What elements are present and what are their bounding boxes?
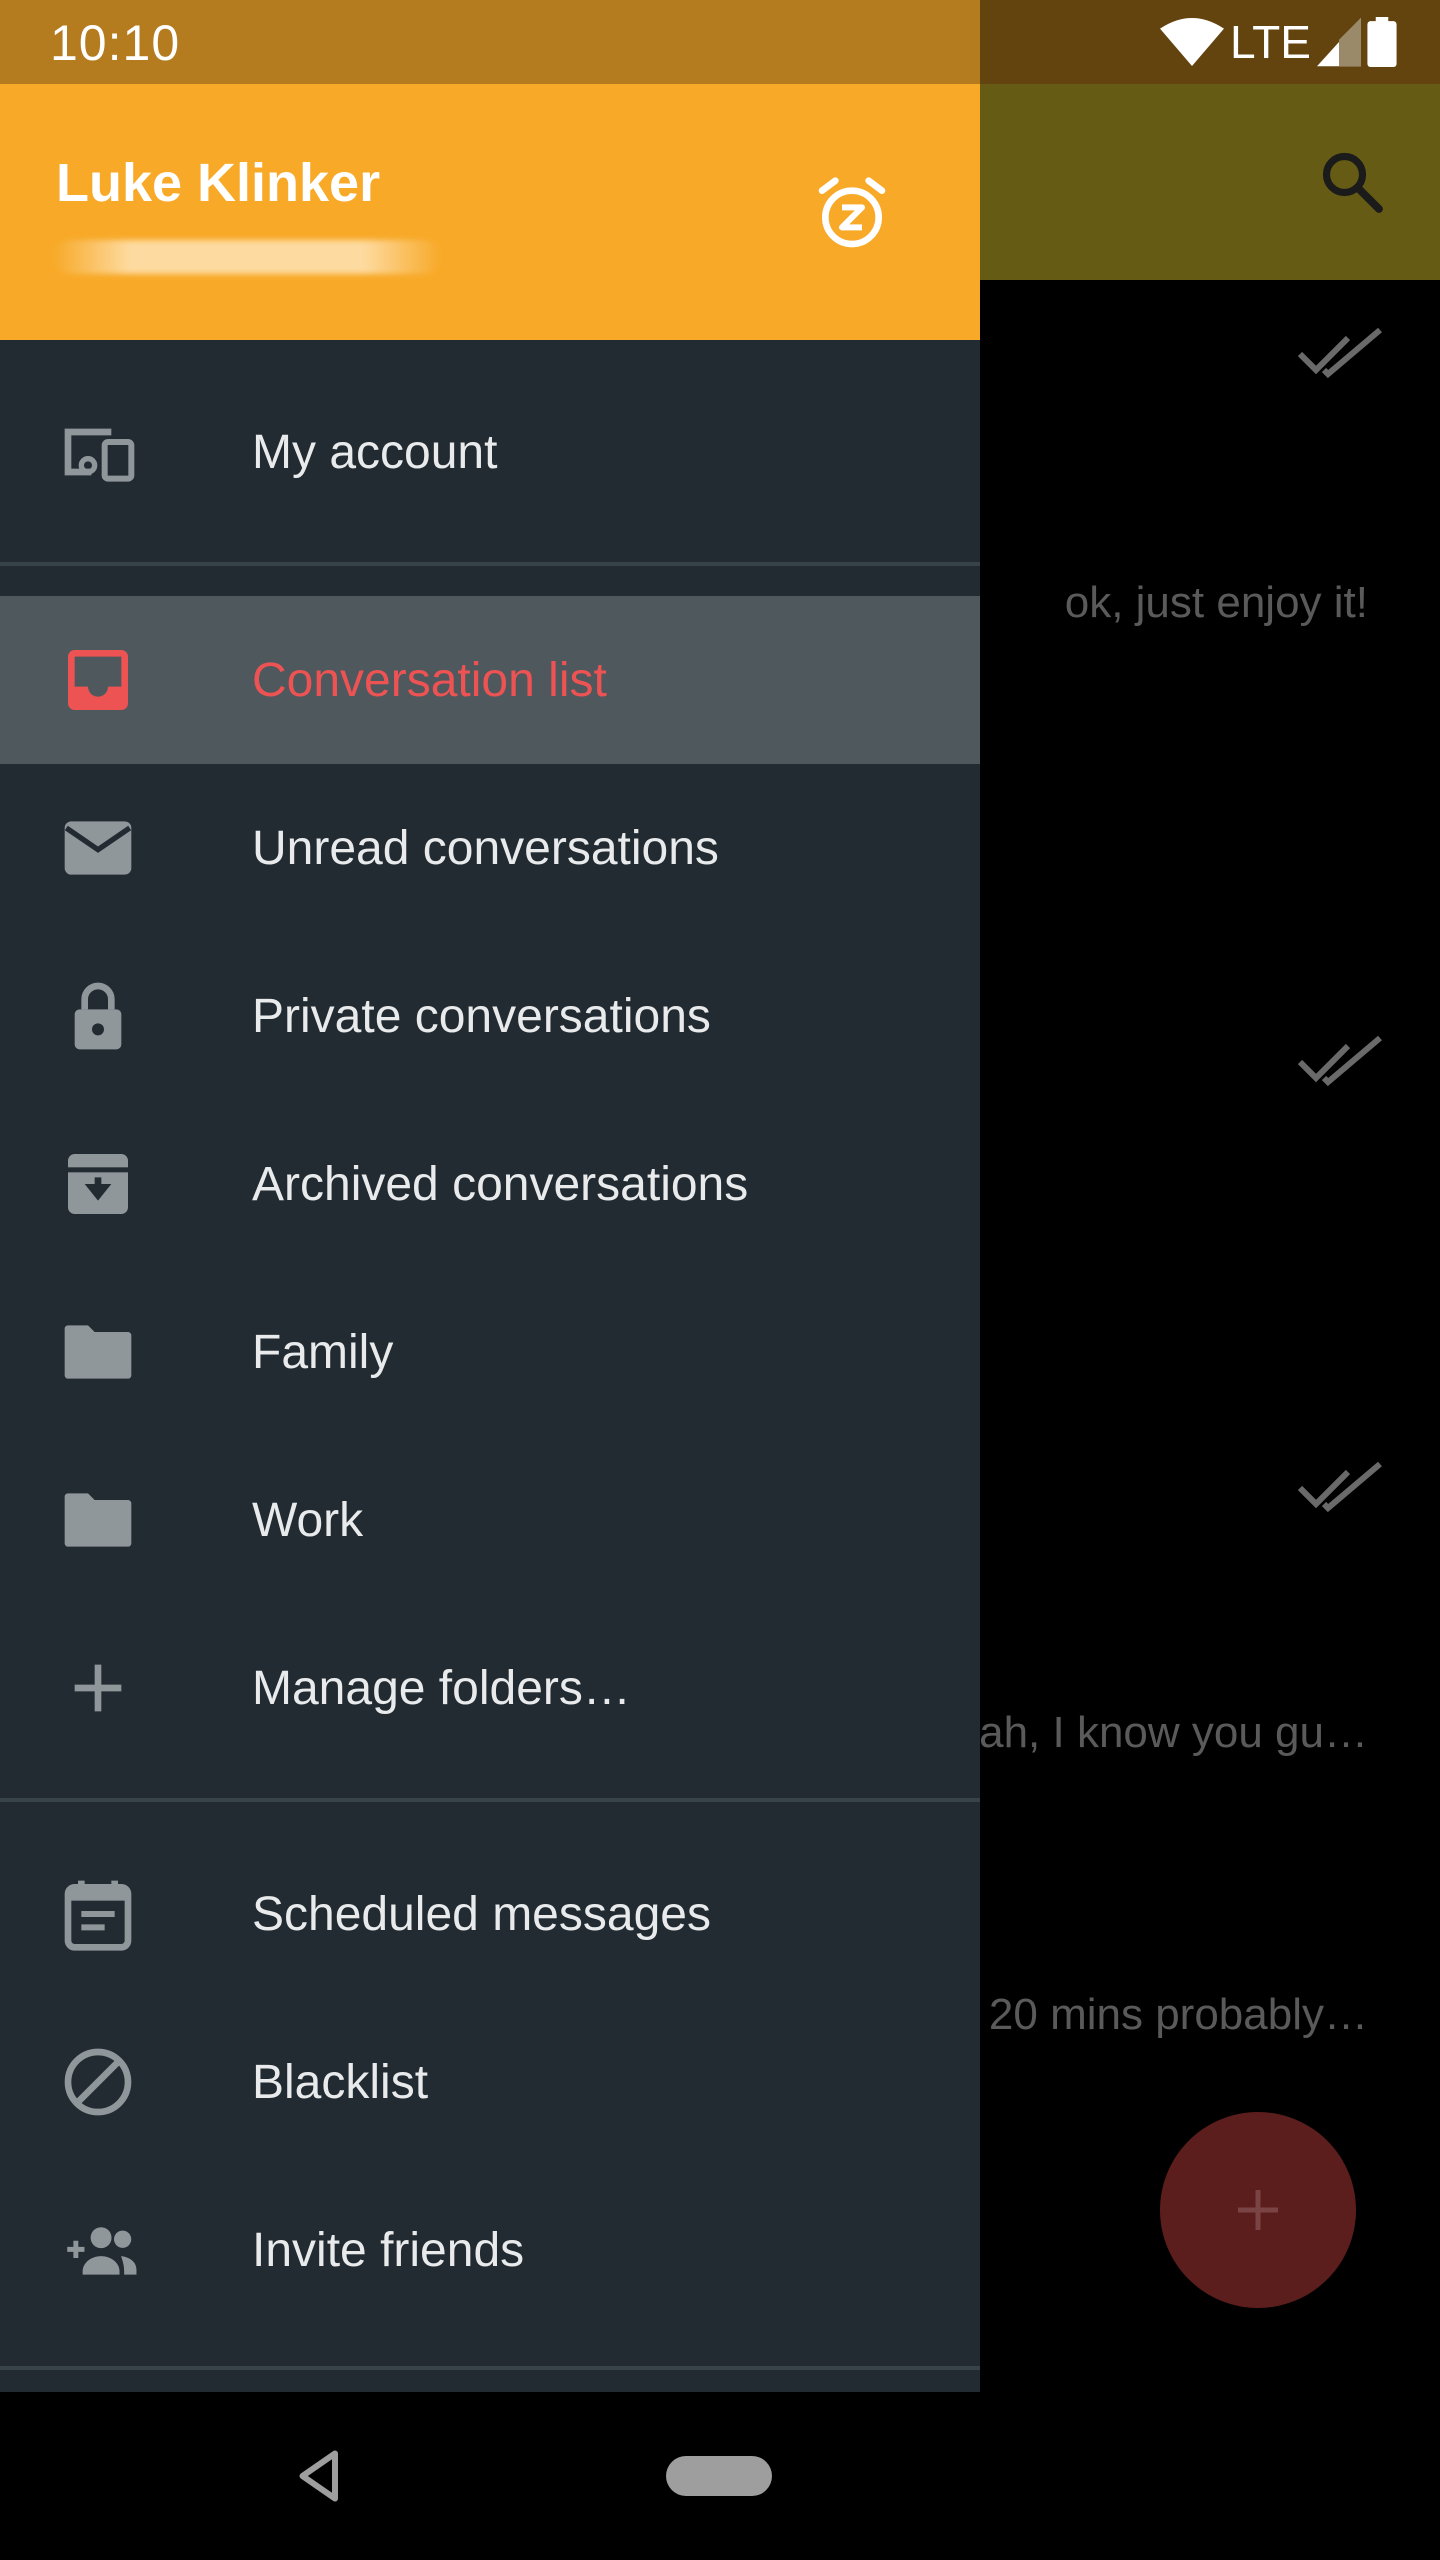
network-type-label: LTE xyxy=(1230,16,1311,68)
user-name: Luke Klinker xyxy=(56,153,381,213)
double-check-icon xyxy=(1297,1461,1382,1513)
menu-item-manage-folders[interactable]: Manage folders… xyxy=(0,1604,980,1772)
battery-icon xyxy=(1367,17,1397,67)
divider xyxy=(0,562,980,566)
menu-item-label: Scheduled messages xyxy=(252,1887,711,1941)
drawer-header: Luke Klinker xyxy=(0,84,980,340)
divider xyxy=(0,2366,980,2370)
wifi-icon xyxy=(1160,18,1224,66)
menu-item-folder-work[interactable]: Work xyxy=(0,1436,980,1604)
status-bar: 10:10 xyxy=(0,0,980,84)
lock-icon xyxy=(74,982,122,1050)
menu-item-label: Work xyxy=(252,1493,364,1547)
menu-item-invite-friends[interactable]: Invite friends xyxy=(0,2166,980,2334)
menu-item-label: Manage folders… xyxy=(252,1661,631,1715)
double-check-icon xyxy=(1297,327,1382,379)
calendar-icon xyxy=(64,1880,132,1951)
menu-item-label: Unread conversations xyxy=(252,821,719,875)
menu-item-conversation-list[interactable]: Conversation list xyxy=(0,596,980,764)
menu-item-scheduled-messages[interactable]: Scheduled messages xyxy=(0,1830,980,1998)
menu-item-archived[interactable]: Archived conversations xyxy=(0,1100,980,1268)
menu-item-label: Private conversations xyxy=(252,989,711,1043)
message-snippet: ah, I know you gu… xyxy=(979,1708,1368,1757)
home-pill-button[interactable] xyxy=(666,2456,772,2496)
menu-item-folder-family[interactable]: Family xyxy=(0,1268,980,1436)
double-check-icon xyxy=(1297,1035,1382,1087)
menu-item-label: Family xyxy=(252,1325,394,1379)
message-snippet: ok, just enjoy it! xyxy=(1064,578,1368,627)
status-time: 10:10 xyxy=(50,15,181,71)
menu-item-blacklist[interactable]: Blacklist xyxy=(0,1998,980,2166)
menu-item-label: Invite friends xyxy=(252,2223,525,2277)
menu-item-label: Blacklist xyxy=(252,2055,429,2109)
signal-icon xyxy=(1316,17,1361,67)
search-icon[interactable] xyxy=(1316,146,1388,218)
back-icon[interactable] xyxy=(290,2446,350,2506)
mail-icon xyxy=(64,821,132,875)
menu-item-label: Archived conversations xyxy=(252,1157,749,1211)
menu-item-label: My account xyxy=(252,425,498,479)
snooze-icon[interactable] xyxy=(812,174,892,254)
menu-item-label: Conversation list xyxy=(252,653,607,707)
inbox-icon xyxy=(68,650,128,710)
message-snippet: 20 mins probably… xyxy=(988,1990,1368,2039)
plus-icon xyxy=(1238,2190,1278,2230)
archive-icon xyxy=(68,1154,128,1214)
devices-icon xyxy=(64,428,135,482)
compose-fab-button[interactable] xyxy=(1160,2112,1356,2308)
menu-item-unread[interactable]: Unread conversations xyxy=(0,764,980,932)
block-icon xyxy=(64,2048,132,2116)
redacted-email xyxy=(52,240,442,274)
folder-icon xyxy=(64,1493,132,1547)
divider xyxy=(0,1798,980,1802)
plus-icon xyxy=(74,1664,122,1712)
navigation-drawer: Luke Klinker My account Conversation lis… xyxy=(0,84,980,2392)
status-icons: LTE xyxy=(1160,14,1397,70)
menu-item-my-account[interactable]: My account xyxy=(0,368,980,536)
folder-icon xyxy=(64,1325,132,1379)
menu-item-private[interactable]: Private conversations xyxy=(0,932,980,1100)
add-people-icon xyxy=(67,2227,137,2275)
